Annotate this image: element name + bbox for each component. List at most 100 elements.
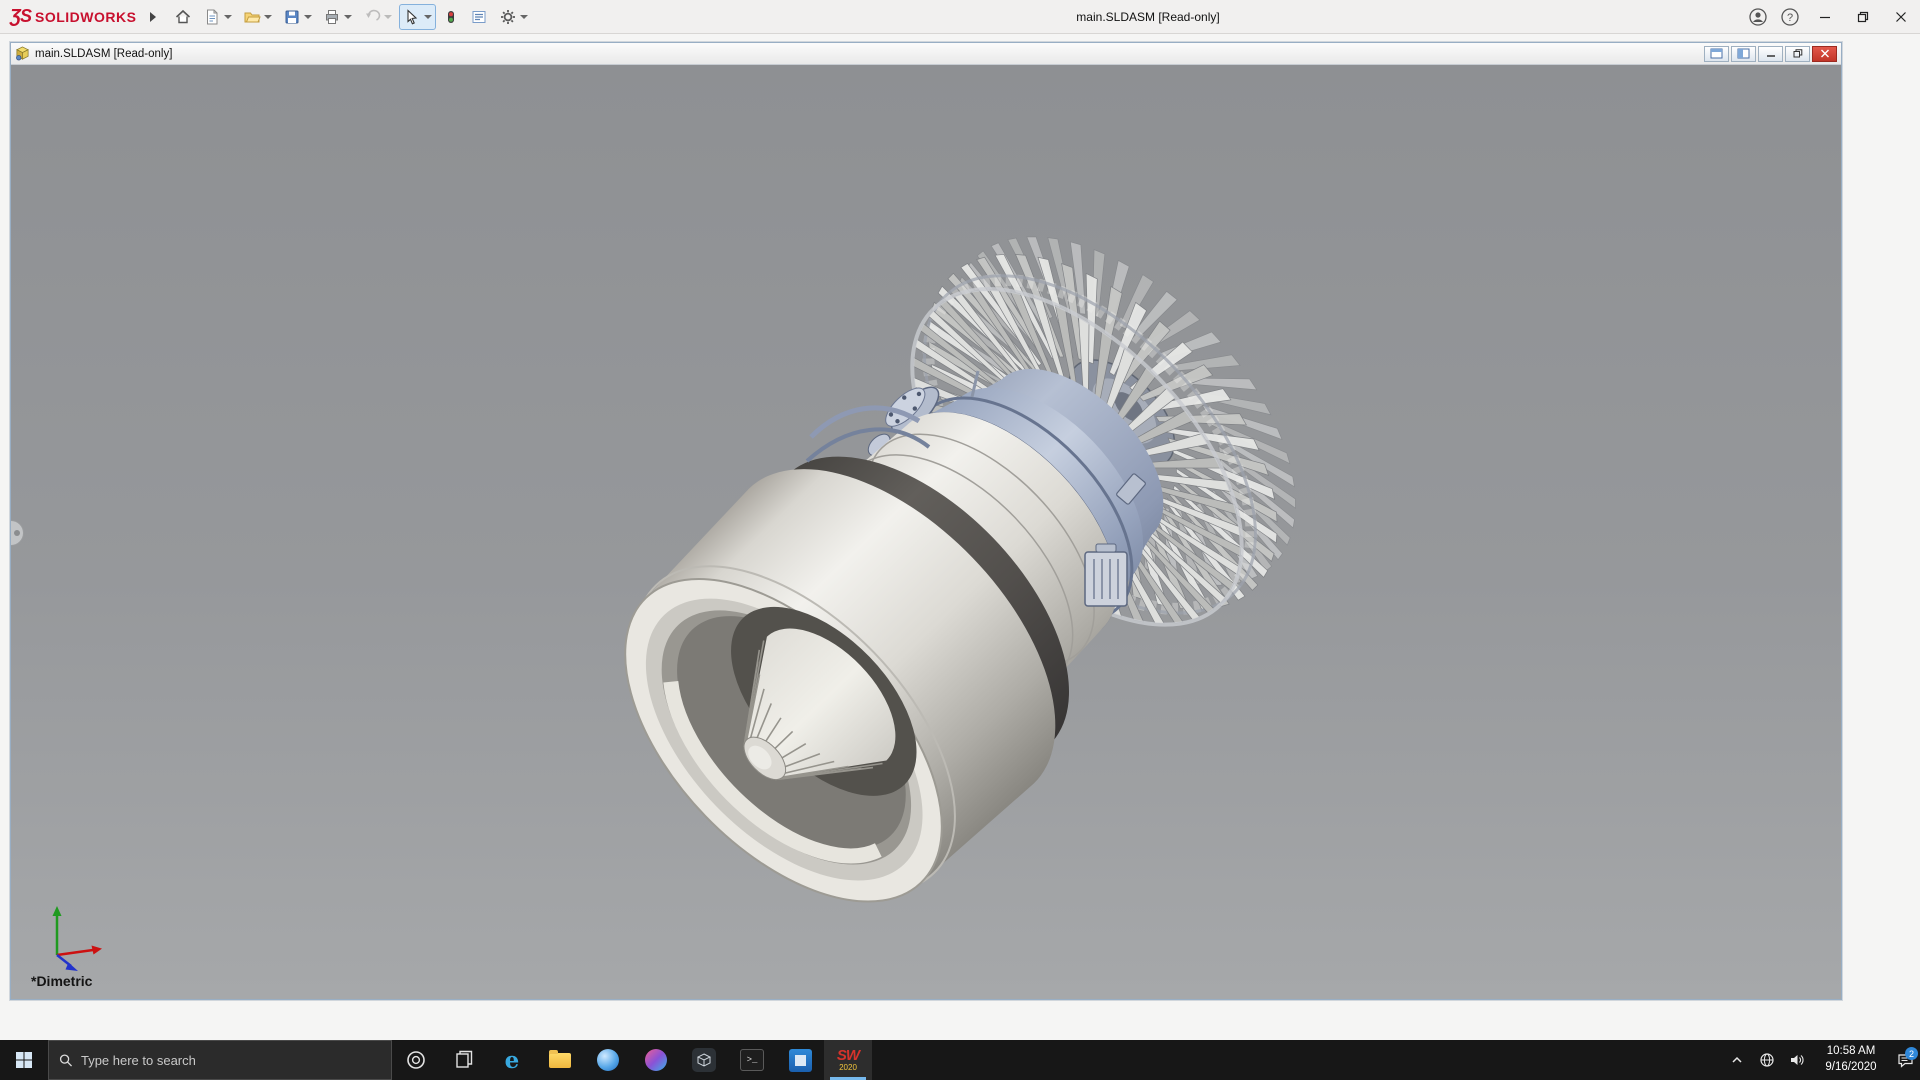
document-titlebar[interactable]: main.SLDASM [Read-only] (11, 43, 1841, 65)
browser-globe-icon (597, 1049, 619, 1071)
save-button[interactable] (279, 4, 316, 30)
terminal-icon: >_ (740, 1049, 764, 1071)
terminal-button[interactable]: >_ (728, 1040, 776, 1080)
search-icon (59, 1053, 73, 1068)
document-restore-button[interactable] (1785, 46, 1810, 62)
minimize-icon (1766, 49, 1776, 58)
close-icon (1820, 49, 1830, 58)
window-layout-icon (1710, 48, 1723, 59)
model-viewport[interactable]: *Dimetric (11, 65, 1841, 999)
close-icon (1895, 11, 1907, 23)
minimize-icon (1819, 11, 1831, 23)
task-pane-icon (470, 8, 488, 26)
select-cursor-icon (403, 8, 421, 26)
document-minimize-button[interactable] (1758, 46, 1783, 62)
restore-icon (1857, 11, 1869, 23)
cortana-button[interactable] (392, 1040, 440, 1080)
expand-menu-icon[interactable] (150, 12, 156, 22)
search-input[interactable] (81, 1053, 381, 1068)
edge-icon: e (505, 1049, 520, 1072)
close-button[interactable] (1882, 0, 1920, 34)
chevron-down-icon (384, 15, 392, 19)
undo-button[interactable] (359, 4, 396, 30)
handle-dot (14, 530, 20, 536)
tray-date: 9/16/2020 (1816, 1060, 1886, 1076)
volume-button[interactable] (1782, 1040, 1812, 1080)
assembly-document-icon (15, 46, 30, 61)
solidworks-logo-name: SOLIDWORKS (35, 9, 136, 25)
chevron-up-icon (1730, 1053, 1744, 1067)
photos-icon (789, 1049, 812, 1072)
hidden-icons-button[interactable] (1722, 1040, 1752, 1080)
undo-icon (363, 8, 381, 26)
home-icon (174, 8, 192, 26)
media-app-icon (645, 1049, 667, 1071)
maximize-button[interactable] (1844, 0, 1882, 34)
document-close-button[interactable] (1812, 46, 1837, 62)
chevron-down-icon (520, 15, 528, 19)
restore-icon (1793, 49, 1803, 58)
svg-text:?: ? (1787, 12, 1793, 24)
solidworks-logo: ƷS SOLIDWORKS (0, 6, 146, 27)
orientation-triad (37, 891, 117, 975)
browser-button[interactable] (584, 1040, 632, 1080)
start-button[interactable] (0, 1040, 48, 1080)
solidworks-app-icon: SW 2020 (837, 1048, 859, 1072)
network-button[interactable] (1752, 1040, 1782, 1080)
window-layout-b-button[interactable] (1731, 46, 1756, 62)
open-button[interactable] (239, 4, 276, 30)
window-layout-a-button[interactable] (1704, 46, 1729, 62)
print-button[interactable] (319, 4, 356, 30)
new-document-icon (203, 8, 221, 26)
solidworks-taskbar-button[interactable]: SW 2020 (824, 1040, 872, 1080)
open-folder-icon (243, 8, 261, 26)
photos-button[interactable] (776, 1040, 824, 1080)
edge-button[interactable]: e (488, 1040, 536, 1080)
media-app-button[interactable] (632, 1040, 680, 1080)
task-pane-button[interactable] (466, 4, 492, 30)
task-view-icon (453, 1049, 475, 1071)
chevron-down-icon (264, 15, 272, 19)
print-icon (323, 8, 341, 26)
task-view-button[interactable] (440, 1040, 488, 1080)
action-center-button[interactable]: 2 (1890, 1040, 1920, 1080)
taskbar-search[interactable] (48, 1040, 392, 1080)
cube-app-icon (692, 1048, 716, 1072)
system-tray: 10:58 AM 9/16/2020 2 (1722, 1040, 1920, 1080)
home-button[interactable] (170, 4, 196, 30)
selection-filter-icon (443, 8, 459, 26)
chevron-down-icon (424, 15, 432, 19)
tray-time: 10:58 AM (1816, 1044, 1886, 1060)
gear-icon (499, 8, 517, 26)
view-orientation-label: *Dimetric (31, 973, 92, 989)
save-icon (283, 8, 301, 26)
file-explorer-icon (549, 1053, 571, 1068)
help-icon: ? (1780, 7, 1800, 27)
taskbar-clock[interactable]: 10:58 AM 9/16/2020 (1812, 1044, 1890, 1075)
speaker-icon (1789, 1052, 1805, 1068)
document-window-buttons (1704, 46, 1837, 62)
selection-filter-button[interactable] (439, 4, 463, 30)
account-button[interactable] (1742, 0, 1774, 34)
minimize-button[interactable] (1806, 0, 1844, 34)
jet-engine-model (11, 65, 1841, 999)
window-split-icon (1737, 48, 1750, 59)
user-account-icon (1748, 7, 1768, 27)
options-button[interactable] (495, 4, 532, 30)
solidworks-version-badge: 2020 (839, 1064, 857, 1072)
cube-app-button[interactable] (680, 1040, 728, 1080)
solidworks-logo-mark: ƷS (10, 6, 31, 27)
file-explorer-button[interactable] (536, 1040, 584, 1080)
quick-toolbar (170, 4, 532, 30)
window-controls: ? (1742, 0, 1920, 34)
new-document-button[interactable] (199, 4, 236, 30)
select-tool-button[interactable] (399, 4, 436, 30)
chevron-down-icon (224, 15, 232, 19)
help-button[interactable]: ? (1774, 0, 1806, 34)
windows-taskbar: e >_ SW 2020 10:58 AM 9/16/2020 2 (0, 1040, 1920, 1080)
document-window: main.SLDASM [Read-only] (10, 42, 1842, 1000)
chevron-down-icon (344, 15, 352, 19)
cortana-icon (405, 1049, 427, 1071)
application-background: main.SLDASM [Read-only] (0, 34, 1920, 1040)
notification-count-badge: 2 (1905, 1047, 1918, 1060)
